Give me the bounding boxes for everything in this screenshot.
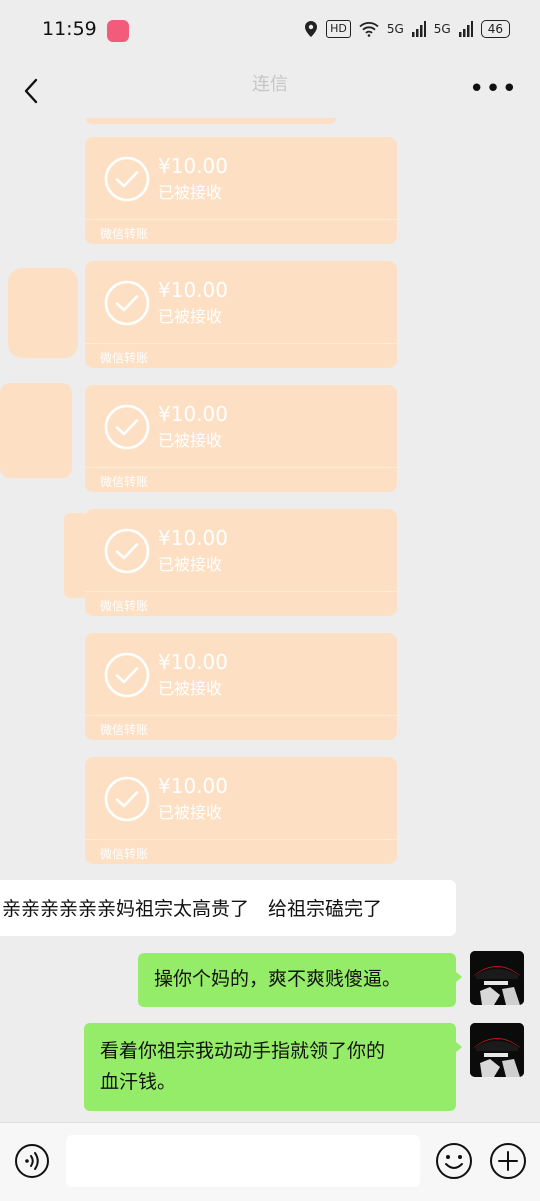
transfer-amount: ¥10.00 [158, 154, 228, 178]
emoji-button[interactable] [434, 1141, 474, 1181]
app-notification-icon [107, 20, 129, 42]
nav-bar: 连信 ••• [0, 62, 540, 118]
outgoing-message-text-line-1: 看着你祖宗我动动手指就领了你的 [100, 1040, 386, 1062]
location-icon [305, 21, 318, 37]
incoming-message-text: 亲亲亲亲亲亲妈祖宗太高贵了 给祖宗磕完了 [2, 898, 383, 920]
message-input[interactable] [66, 1135, 420, 1187]
transfer-footer: 微信转账 [100, 599, 149, 613]
more-options-button[interactable]: ••• [469, 74, 518, 104]
transfer-footer: 微信转账 [100, 847, 149, 861]
plus-button[interactable] [488, 1141, 528, 1181]
avatar-image [470, 1023, 524, 1077]
transfer-amount: ¥10.00 [158, 278, 228, 302]
outgoing-message-text: 操你个妈的，爽不爽贱傻逼。 [154, 968, 402, 990]
ghost-blob [0, 383, 72, 478]
outgoing-message-bubble[interactable]: 看着你祖宗我动动手指就领了你的 血汗钱。 [84, 1023, 462, 1111]
hd-badge: HD [326, 20, 351, 38]
outgoing-message-bubble[interactable]: 操你个妈的，爽不爽贱傻逼。 [138, 953, 462, 1007]
check-circle-icon [104, 156, 150, 202]
transfer-status: 已被接收 [158, 183, 223, 202]
emoji-icon [436, 1143, 472, 1179]
check-circle-icon [104, 404, 150, 450]
battery-indicator: 46 [480, 20, 510, 38]
transfer-footer: 微信转账 [100, 475, 149, 489]
divider [85, 467, 397, 468]
transfer-card[interactable]: ¥10.00 已被接收 微信转账 [85, 261, 397, 368]
check-circle-icon [104, 528, 150, 574]
transfer-footer: 微信转账 [100, 227, 149, 241]
transfer-footer: 微信转账 [100, 351, 149, 365]
transfer-status: 已被接收 [158, 555, 223, 574]
plus-circle-icon [490, 1143, 526, 1179]
check-circle-icon [104, 652, 150, 698]
status-indicators: HD 5G 5G 46 [304, 20, 510, 38]
transfer-footer: 微信转账 [100, 723, 149, 737]
network-label-1: 5G [386, 22, 404, 36]
transfer-status: 已被接收 [158, 803, 223, 822]
avatar[interactable] [470, 1023, 524, 1077]
network-label-2: 5G [433, 22, 451, 36]
transfer-card[interactable]: ¥10.00 已被接收 微信转账 [85, 137, 397, 244]
divider [85, 715, 397, 716]
status-time: 11:59 [42, 18, 97, 40]
chat-area[interactable]: ¥10.00 已被接收 微信转账 ¥10.00 已被接收 微信转账 ¥10.00… [0, 118, 540, 1122]
bubble-tail [455, 971, 462, 983]
transfer-card[interactable]: ¥10.00 已被接收 微信转账 [85, 509, 397, 616]
ghost-blob [8, 268, 78, 358]
divider [85, 343, 397, 344]
transfer-card-partial [86, 118, 336, 124]
status-bar: 11:59 HD 5G 5G 46 [0, 0, 540, 62]
divider [85, 839, 397, 840]
avatar[interactable] [470, 951, 524, 1005]
transfer-amount: ¥10.00 [158, 774, 228, 798]
transfer-amount: ¥10.00 [158, 402, 228, 426]
voice-button[interactable] [14, 1143, 50, 1179]
divider [85, 219, 397, 220]
signal-icon [411, 21, 426, 37]
check-circle-icon [104, 776, 150, 822]
bubble-tail [455, 1041, 462, 1053]
transfer-card[interactable]: ¥10.00 已被接收 微信转账 [85, 633, 397, 740]
outgoing-message-text-line-2: 血汗钱。 [100, 1071, 177, 1093]
voice-icon [15, 1144, 49, 1178]
signal-icon [458, 21, 473, 37]
divider [85, 591, 397, 592]
transfer-card[interactable]: ¥10.00 已被接收 微信转账 [85, 757, 397, 864]
incoming-message-bubble[interactable]: 亲亲亲亲亲亲妈祖宗太高贵了 给祖宗磕完了 [0, 880, 456, 936]
avatar-image [470, 951, 524, 1005]
input-bar [0, 1122, 540, 1201]
check-circle-icon [104, 280, 150, 326]
transfer-amount: ¥10.00 [158, 650, 228, 674]
transfer-status: 已被接收 [158, 307, 223, 326]
wifi-icon [359, 22, 379, 37]
transfer-amount: ¥10.00 [158, 526, 228, 550]
transfer-status: 已被接收 [158, 679, 223, 698]
chat-title: 连信 [252, 74, 288, 95]
transfer-card[interactable]: ¥10.00 已被接收 微信转账 [85, 385, 397, 492]
transfer-status: 已被接收 [158, 431, 223, 450]
